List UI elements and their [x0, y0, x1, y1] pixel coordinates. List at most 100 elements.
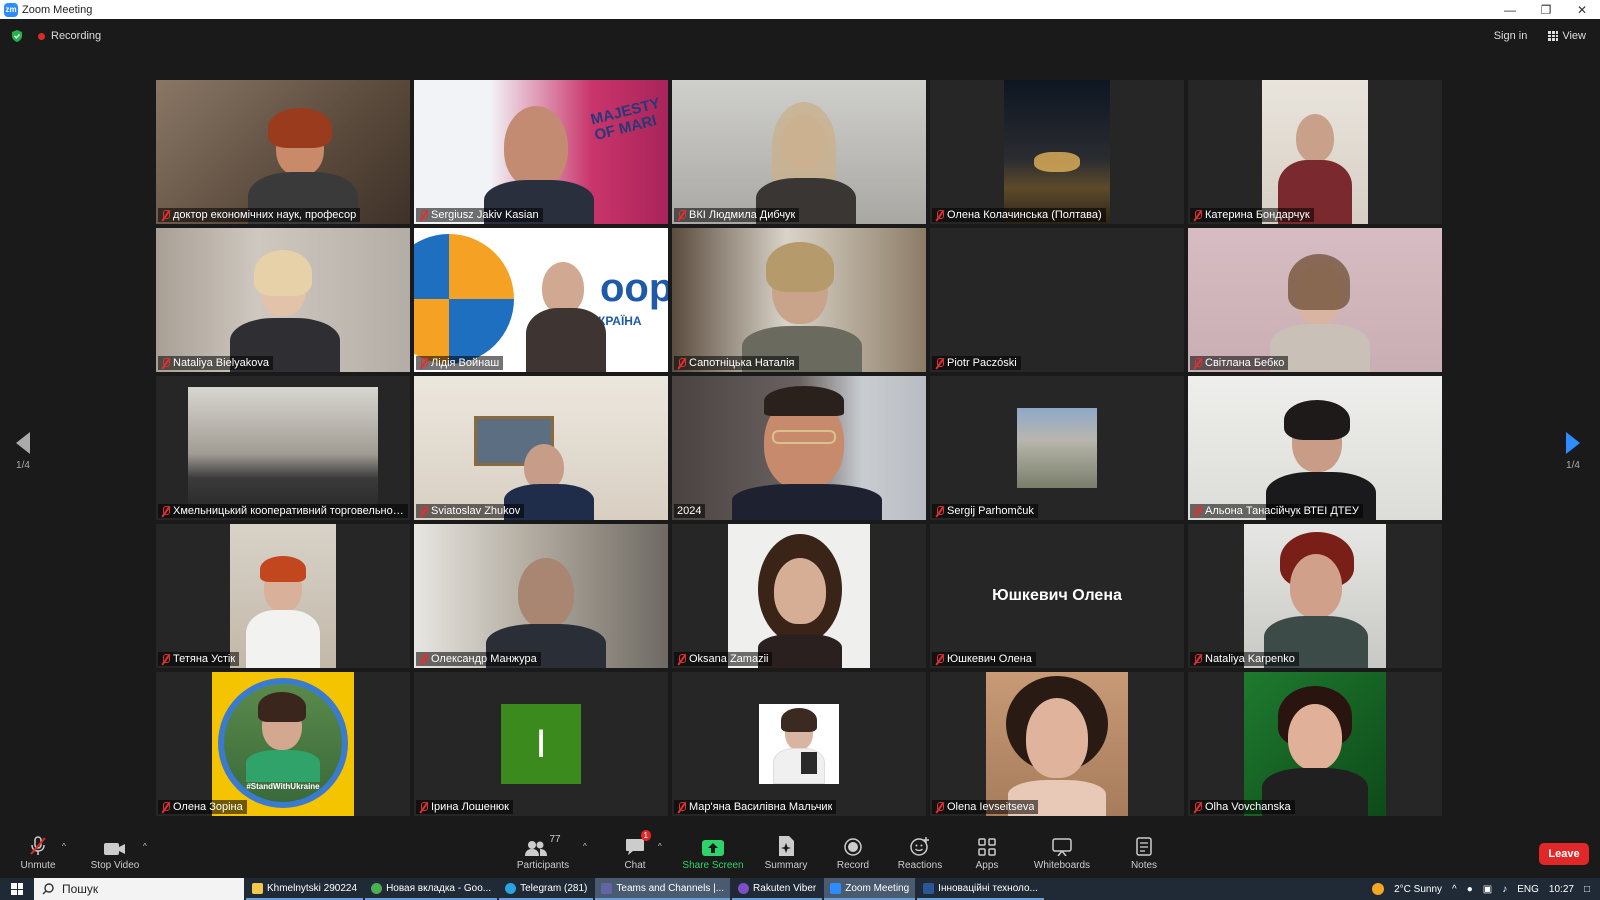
taskbar-item[interactable]: Rakuten Viber — [732, 878, 823, 900]
chat-button[interactable]: 1 Chat — [600, 830, 670, 871]
whiteboard-icon — [1052, 838, 1072, 856]
participant-video — [1188, 228, 1442, 372]
tray-chevron-icon[interactable]: ^ — [1452, 884, 1457, 895]
participant-tile[interactable]: Nataliya Bielyakova — [156, 228, 410, 372]
summary-button[interactable]: Summary — [751, 834, 821, 871]
close-window-button[interactable]: ✕ — [1564, 0, 1600, 19]
reactions-button[interactable]: Reactions — [885, 834, 955, 871]
participant-tile[interactable]: Sergij Parhomčuk — [930, 376, 1184, 520]
clock[interactable]: 10:27 — [1549, 884, 1574, 895]
participant-tile-active-speaker[interactable]: 2024 — [672, 376, 926, 520]
participant-tile[interactable]: Сапотніцька Наталія — [672, 228, 926, 372]
restore-button[interactable]: ❐ — [1528, 0, 1564, 19]
participant-tile[interactable]: I Ірина Лошенюк — [414, 672, 668, 816]
participant-video — [1004, 80, 1110, 224]
network-icon[interactable]: ▣ — [1483, 884, 1492, 895]
folder-icon — [252, 882, 263, 894]
recording-label: Recording — [51, 30, 102, 42]
participant-tile[interactable]: Світлана Бебко — [1188, 228, 1442, 372]
participant-name-label: Олена Зоріна — [158, 800, 247, 814]
participant-video: #StandWithUkraine — [212, 672, 354, 816]
glasses-icon — [772, 430, 836, 444]
share-screen-button[interactable]: Share Screen — [678, 834, 748, 871]
participant-tile[interactable]: Катерина Бондарчук — [1188, 80, 1442, 224]
mic-muted-icon — [419, 209, 428, 221]
weather-text[interactable]: 2°C Sunny — [1394, 884, 1442, 895]
participant-name-label: Olha Vovchanska — [1190, 800, 1295, 814]
taskbar-search-box[interactable]: Пошук — [34, 878, 244, 900]
participant-name-label: Олена Колачинська (Полтава) — [932, 208, 1106, 222]
next-page-button[interactable]: 1/4 — [1566, 432, 1580, 471]
taskbar-item[interactable]: Інноваційні техноло... — [917, 878, 1044, 900]
video-camera-icon — [104, 843, 125, 855]
participants-button[interactable]: 77 Participants — [508, 834, 578, 871]
participant-tile[interactable]: Piotr Paczóski — [930, 228, 1184, 372]
stop-video-button[interactable]: Stop Video — [80, 834, 150, 871]
participant-name-card: Юшкевич Олена — [992, 587, 1122, 604]
participant-tile[interactable]: Олександр Манжура — [414, 524, 668, 668]
sign-in-button[interactable]: Sign in — [1487, 26, 1535, 46]
whiteboards-button[interactable]: Whiteboards — [1027, 834, 1097, 871]
participant-tile[interactable]: Тетяна Устік — [156, 524, 410, 668]
participants-options-chevron-icon[interactable]: ^ — [583, 842, 587, 851]
audio-options-chevron-icon[interactable]: ^ — [62, 842, 66, 851]
weather-sun-icon — [1372, 883, 1385, 895]
participant-initial-avatar: I — [501, 704, 581, 784]
start-button[interactable] — [0, 878, 34, 900]
poster-text: MAJESTY OF MARI — [588, 94, 662, 144]
taskbar-item[interactable]: Khmelnytski 290224 — [246, 878, 364, 900]
chat-options-chevron-icon[interactable]: ^ — [658, 842, 662, 851]
participant-tile[interactable]: Sviatoslav Zhukov — [414, 376, 668, 520]
participant-tile[interactable]: Юшкевич Олена Юшкевич Олена — [930, 524, 1184, 668]
mic-muted-icon — [677, 801, 686, 813]
record-label: Record — [836, 860, 870, 871]
taskbar-item[interactable]: Teams and Channels |... — [595, 878, 731, 900]
security-shield-icon[interactable] — [10, 29, 24, 43]
whiteboards-label: Whiteboards — [1033, 860, 1091, 871]
participant-tile[interactable]: Olha Vovchanska — [1188, 672, 1442, 816]
mic-muted-icon — [1193, 209, 1202, 221]
participant-tile[interactable]: ВКІ Людмила Дибчук — [672, 80, 926, 224]
window-titlebar: zm Zoom Meeting — ❐ ✕ — [0, 0, 1600, 19]
participant-tile[interactable]: #StandWithUkraine Олена Зоріна — [156, 672, 410, 816]
participant-tile[interactable]: Мар'яна Василівна Мальчик — [672, 672, 926, 816]
previous-page-button[interactable]: 1/4 — [16, 432, 30, 471]
participant-tile[interactable]: oop КРАЇНА Лідія Войнаш — [414, 228, 668, 372]
search-placeholder: Пошук — [62, 882, 99, 896]
participant-tile[interactable]: Oksana Zamazii — [672, 524, 926, 668]
participant-video — [1244, 672, 1386, 816]
participant-tile[interactable]: Олена Колачинська (Полтава) — [930, 80, 1184, 224]
video-options-chevron-icon[interactable]: ^ — [143, 842, 147, 851]
notifications-icon[interactable]: □ — [1584, 884, 1590, 895]
taskbar-item[interactable]: Новая вкладка - Goo... — [365, 878, 498, 900]
leave-meeting-button[interactable]: Leave — [1539, 843, 1589, 865]
participant-name-label: Ірина Лошенюк — [416, 800, 513, 814]
minimize-button[interactable]: — — [1492, 0, 1528, 19]
microphone-tray-icon[interactable]: ● — [1467, 884, 1473, 895]
volume-icon[interactable]: ♪ — [1502, 884, 1507, 895]
windows-taskbar: Пошук Khmelnytski 290224 Новая вкладка -… — [0, 878, 1600, 900]
mic-muted-icon — [30, 836, 46, 855]
taskbar-item[interactable]: Telegram (281) — [499, 878, 594, 900]
participant-tile[interactable]: MAJESTY OF MARI Sergiusz Jakiv Kasian — [414, 80, 668, 224]
participant-tile[interactable]: Olena Ievseitseva — [930, 672, 1184, 816]
participant-tile[interactable]: Альона Танасійчук ВТЕІ ДТЕУ — [1188, 376, 1442, 520]
record-button[interactable]: Record — [818, 834, 888, 871]
recording-indicator[interactable]: Recording — [38, 30, 101, 42]
apps-button[interactable]: Apps — [952, 834, 1022, 871]
summary-label: Summary — [764, 860, 808, 871]
unmute-button[interactable]: Unmute — [3, 834, 73, 871]
mic-muted-icon — [161, 209, 170, 221]
participant-tile[interactable]: Хмельницький кооперативний торговельно-.… — [156, 376, 410, 520]
participant-name-label: Хмельницький кооперативний торговельно-.… — [158, 504, 408, 518]
language-indicator[interactable]: ENG — [1517, 884, 1539, 895]
mic-muted-icon — [161, 357, 170, 369]
participant-tile[interactable]: Nataliya Karpenko — [1188, 524, 1442, 668]
mic-muted-icon — [677, 357, 686, 369]
participant-video — [230, 524, 336, 668]
taskbar-item-active[interactable]: Zoom Meeting — [824, 878, 916, 900]
view-button[interactable]: View — [1548, 30, 1586, 42]
participant-tile[interactable]: доктор економічних наук, професор — [156, 80, 410, 224]
notes-button[interactable]: Notes — [1109, 834, 1179, 871]
participant-video — [728, 524, 870, 668]
